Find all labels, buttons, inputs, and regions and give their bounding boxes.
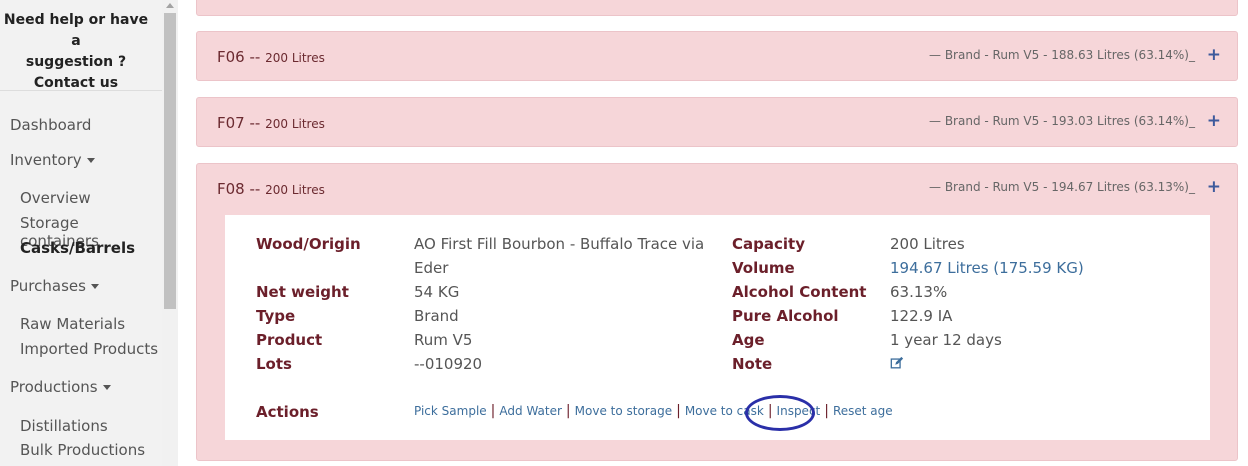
cask-separator: -- — [244, 114, 266, 132]
age-label: Age — [732, 331, 765, 349]
pure-alcohol-label: Pure Alcohol — [732, 307, 839, 325]
sidebar-item-purchases[interactable]: Purchases — [10, 277, 99, 295]
cask-panel[interactable]: F07 -- 200 Litres — Brand - Rum V5 - 193… — [196, 97, 1238, 147]
sidebar-item-dashboard[interactable]: Dashboard — [10, 116, 91, 134]
note-label: Note — [732, 355, 773, 373]
cask-capacity: 200 Litres — [265, 117, 325, 131]
separator: | — [676, 403, 681, 419]
sidebar-item-productions[interactable]: Productions — [10, 378, 111, 396]
sidebar-item-inventory[interactable]: Inventory — [10, 151, 95, 169]
cask-details-card: Wood/Origin AO First Fill Bourbon - Buff… — [225, 215, 1210, 440]
sidebar-scrollbar-thumb[interactable] — [164, 13, 176, 309]
cask-panel-previous[interactable] — [196, 0, 1238, 16]
type-value: Brand — [414, 307, 459, 325]
sidebar: Need help or have a suggestion ? Contact… — [0, 0, 162, 466]
cask-capacity: 200 Litres — [265, 183, 325, 197]
help-text-line2: suggestion ? — [25, 54, 127, 70]
lots-value: --010920 — [414, 355, 483, 373]
reset-age-link[interactable]: Reset age — [833, 404, 893, 418]
sidebar-item-overview[interactable]: Overview — [20, 189, 91, 207]
type-label: Type — [256, 307, 296, 325]
cask-panel-title[interactable]: F06 -- 200 Litres — [217, 48, 325, 66]
actions-bar: Pick Sample | Add Water | Move to storage | Mo… — [414, 403, 893, 419]
cask-summary: — Brand - Rum V5 - 194.67 Litres (63.13%… — [929, 180, 1195, 194]
cask-capacity: 200 Litres — [265, 51, 325, 65]
age-value: 1 year 12 days — [890, 331, 1002, 349]
edit-icon — [890, 356, 904, 369]
cask-id: F07 — [217, 114, 245, 132]
separator: | — [490, 403, 496, 419]
cask-summary: — Brand - Rum V5 - 193.03 Litres (63.14%… — [929, 114, 1195, 128]
sidebar-item-label: Purchases — [10, 277, 86, 295]
expand-plus-icon[interactable]: + — [1207, 47, 1221, 64]
wood-origin-value: AO First Fill Bourbon - Buffalo Trace vi… — [414, 232, 704, 280]
wood-origin-label: Wood/Origin — [256, 235, 361, 253]
pure-alcohol-value: 122.9 IA — [890, 307, 953, 325]
expand-plus-icon[interactable]: + — [1207, 179, 1221, 196]
sidebar-item-imported-products[interactable]: Imported Products — [20, 340, 158, 358]
actions-label: Actions — [256, 403, 319, 421]
lots-label: Lots — [256, 355, 292, 373]
separator: | — [565, 403, 571, 419]
sidebar-item-raw-materials[interactable]: Raw Materials — [20, 315, 125, 333]
help-text-line1: Need help or have a — [3, 12, 149, 49]
volume-label: Volume — [732, 259, 795, 277]
alcohol-content-label: Alcohol Content — [732, 283, 867, 301]
caret-down-icon — [86, 158, 95, 163]
net-weight-label: Net weight — [256, 283, 349, 301]
volume-value-link[interactable]: 194.67 Litres (175.59 KG) — [890, 256, 1084, 280]
move-to-storage-link[interactable]: Move to storage — [575, 404, 672, 418]
help-box: Need help or have a suggestion ? Contact… — [0, 10, 152, 94]
caret-down-icon — [90, 284, 99, 289]
inspect-highlight-annotation — [745, 395, 815, 431]
capacity-label: Capacity — [732, 235, 805, 253]
cask-id: F06 — [217, 48, 245, 66]
sidebar-item-casks-barrels[interactable]: Casks/Barrels — [20, 239, 135, 257]
capacity-value: 200 Litres — [890, 235, 965, 253]
sidebar-item-bulk-productions[interactable]: Bulk Productions — [20, 441, 145, 459]
scroll-up-arrow-icon[interactable] — [166, 3, 174, 8]
caret-down-icon — [102, 385, 111, 390]
pick-sample-link[interactable]: Pick Sample — [414, 404, 487, 418]
sidebar-divider — [0, 90, 162, 91]
cask-summary: — Brand - Rum V5 - 188.63 Litres (63.14%… — [929, 48, 1195, 62]
cask-panel-title[interactable]: F08 -- 200 Litres — [217, 180, 325, 198]
cask-panel[interactable]: F06 -- 200 Litres — Brand - Rum V5 - 188… — [196, 31, 1238, 81]
wood-origin-line2: Eder — [414, 259, 449, 277]
net-weight-value: 54 KG — [414, 283, 460, 301]
add-water-link[interactable]: Add Water — [499, 404, 562, 418]
cask-separator: -- — [244, 48, 266, 66]
product-value: Rum V5 — [414, 331, 473, 349]
cask-separator: -- — [244, 180, 266, 198]
sidebar-item-label: Inventory — [10, 151, 82, 169]
cask-id: F08 — [217, 180, 245, 198]
alcohol-content-value: 63.13% — [890, 283, 948, 301]
cask-panel-expanded: F08 -- 200 Litres — Brand - Rum V5 - 194… — [196, 163, 1238, 461]
product-label: Product — [256, 331, 323, 349]
separator: | — [824, 403, 829, 419]
expand-plus-icon[interactable]: + — [1207, 113, 1221, 130]
wood-origin-line1: AO First Fill Bourbon - Buffalo Trace vi… — [414, 235, 705, 253]
sidebar-item-label: Productions — [10, 378, 98, 396]
note-edit-icon[interactable] — [890, 353, 904, 377]
cask-panel-title[interactable]: F07 -- 200 Litres — [217, 114, 325, 132]
sidebar-item-distillations[interactable]: Distillations — [20, 417, 108, 435]
